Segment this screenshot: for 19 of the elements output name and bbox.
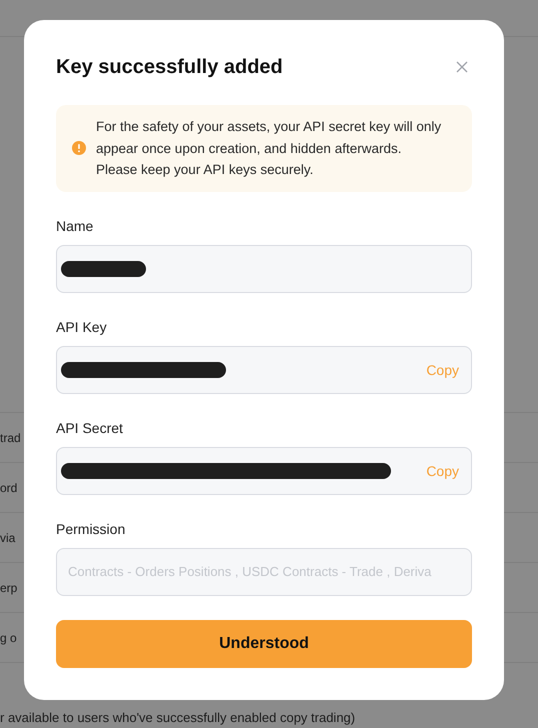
field-label: API Secret: [56, 420, 124, 436]
warning-text: For the safety of your assets, your API secret key will only appear once upon creation, and hidden afterwards. Please keep your API keys securely.: [96, 118, 442, 179]
table-text: ord: [0, 480, 18, 494]
field-label: API Key: [56, 318, 108, 334]
table-text: g o: [0, 630, 17, 644]
table-text: trad: [0, 430, 21, 444]
field-label: Permission: [56, 520, 126, 536]
copy-button[interactable]: Copy: [426, 362, 459, 378]
understood-button[interactable]: Understood: [56, 620, 472, 668]
table-text: via: [0, 530, 16, 544]
input-field[interactable]: Copy: [56, 346, 472, 394]
footnote-text: r available to users who've successfully enabled copy trading): [0, 710, 356, 725]
dialog-title: Key successfully added: [56, 56, 283, 78]
field-label: Name: [56, 218, 94, 234]
input-field[interactable]: Copy: [56, 446, 472, 494]
copy-button[interactable]: Copy: [426, 462, 459, 478]
warning-icon: [72, 141, 86, 156]
table-text: erp: [0, 580, 18, 594]
input-field[interactable]: [56, 244, 472, 292]
